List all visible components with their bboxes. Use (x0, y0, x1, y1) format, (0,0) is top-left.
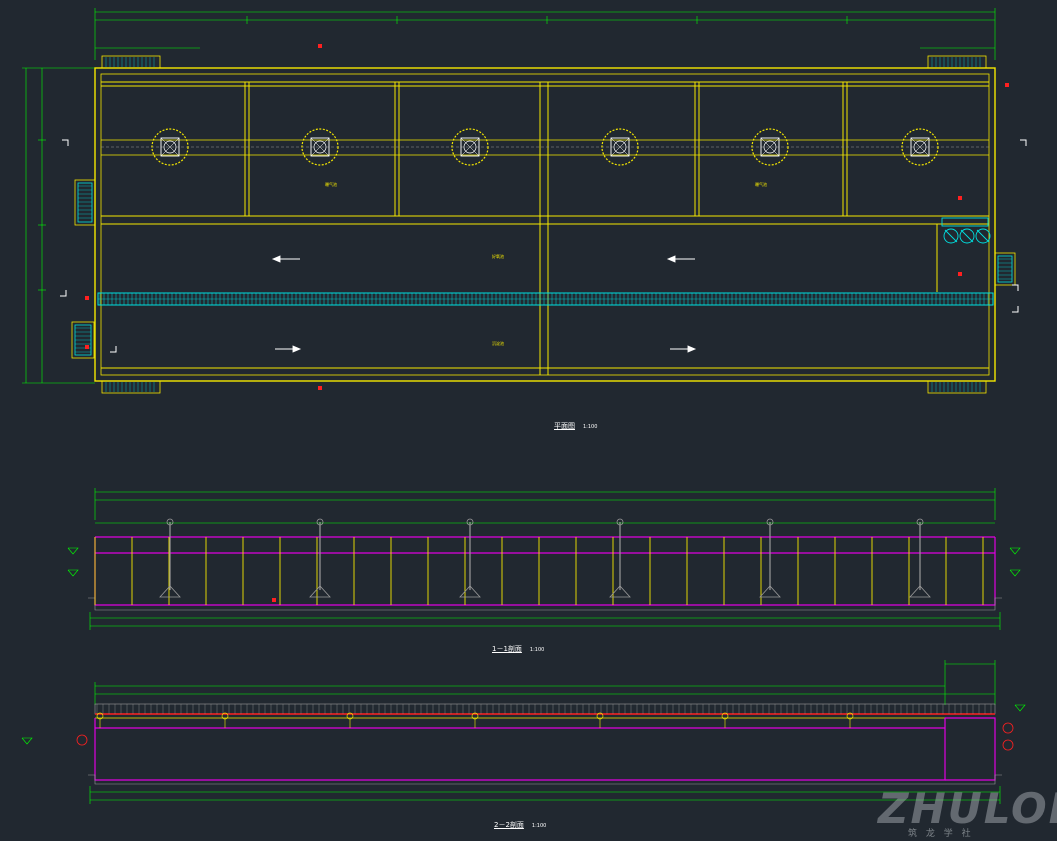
plan-view: 曝气池 曝气池 好氧池 沉淀池 (22, 8, 1027, 394)
plan-air-pipe (101, 139, 989, 156)
zone-label-4: 沉淀池 (492, 340, 504, 346)
plan-caption-scale: 1:100 (583, 424, 598, 430)
section2-handrail (94, 703, 996, 719)
section1-aerators (159, 518, 931, 598)
section2-dimensions (89, 660, 1001, 804)
zone-label-1: 曝气池 (325, 181, 337, 187)
section1-caption: 1－1剖面 1:100 (492, 644, 544, 654)
plan-cell-partitions (101, 81, 989, 375)
section2-caption-scale: 1:100 (531, 823, 547, 829)
cad-drawing-canvas[interactable]: 曝气池 曝气池 好氧池 沉淀池 (0, 0, 1057, 841)
section1-concrete (94, 536, 996, 606)
plan-caption-title: 平面图 (554, 422, 575, 430)
watermark-sub-text: 筑 龙 学 社 (908, 829, 974, 839)
section2-level-marks (21, 704, 1026, 745)
plan-top-dimensions (94, 8, 996, 60)
section2-pumps (76, 722, 1014, 751)
plan-blowers (941, 217, 991, 244)
section2-caption: 2－2剖面 1:100 (494, 820, 546, 830)
section2-caption-title: 2－2剖面 (494, 821, 524, 829)
section1-dimensions (89, 488, 1001, 630)
section1-markers (272, 598, 276, 602)
plan-zone-labels: 曝气池 曝气池 好氧池 沉淀池 (325, 181, 767, 346)
section1-caption-scale: 1:100 (529, 647, 545, 653)
section1-level-marks (67, 547, 1021, 577)
section-2-2 (21, 660, 1026, 804)
plan-section-markers (85, 44, 1009, 390)
plan-aerators (151, 128, 939, 166)
section2-pipe-supports (96, 712, 854, 728)
zone-label-3: 好氧池 (492, 253, 504, 259)
section1-base (88, 597, 1002, 611)
section-1-1 (67, 488, 1021, 630)
watermark-logo: ZHULONG 筑 龙 学 社 (878, 784, 1057, 840)
section2-concrete (94, 717, 996, 781)
zone-label-2: 曝气池 (755, 181, 767, 187)
section1-caption-title: 1－1剖面 (492, 645, 522, 653)
plan-caption: 平面图 1:100 (554, 421, 597, 431)
plan-section-cuts (60, 139, 1027, 353)
plan-left-dimensions (22, 67, 95, 384)
section1-columns (94, 537, 984, 605)
